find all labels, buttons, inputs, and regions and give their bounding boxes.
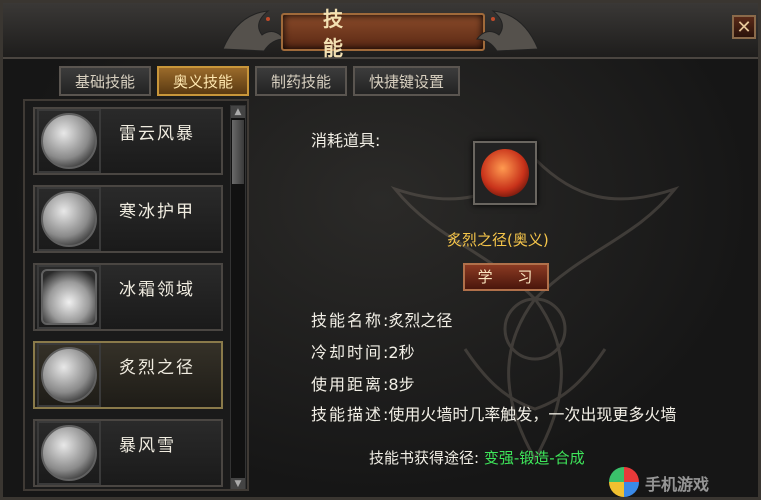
source-link[interactable]: 变强-锻造-合成: [484, 449, 585, 467]
info-key: 使用距离: [311, 375, 384, 394]
scroll-up-icon[interactable]: ▲: [231, 106, 245, 118]
skill-item-flame-path[interactable]: 炙烈之径: [33, 341, 223, 409]
info-row-range: 使用距离:8步: [311, 371, 415, 395]
dragon-ornament-icon: [222, 10, 286, 52]
skill-name: 暴风雪: [119, 436, 176, 456]
skill-name: 寒冰护甲: [119, 202, 195, 222]
info-row-skill-name: 技能名称:炙烈之径: [311, 307, 452, 331]
info-key: 技能名称: [311, 311, 384, 330]
consume-item-label: 消耗道具:: [311, 131, 381, 150]
dragon-ornament-icon: [475, 10, 539, 52]
skill-name: 炙烈之径: [119, 358, 195, 378]
tab-hotkey-settings[interactable]: 快捷键设置: [353, 66, 461, 96]
item-name: 炙烈之径(奥义): [447, 231, 549, 249]
tab-alchemy-skills[interactable]: 制药技能: [255, 66, 348, 96]
frost-field-icon: [41, 269, 97, 325]
info-row-description: 技能描述:使用火墙时几率触发，一次出现更多火墙: [311, 401, 676, 425]
skill-name: 雷云风暴: [119, 124, 195, 144]
ice-armor-orb-icon: [41, 191, 97, 247]
close-button[interactable]: ✕: [732, 15, 756, 39]
tab-bar: 基础技能 奥义技能 制药技能 快捷键设置: [59, 66, 461, 96]
info-key: 冷却时间: [311, 343, 384, 362]
scroll-down-icon[interactable]: ▼: [231, 478, 245, 489]
watermark-logo-icon: [609, 467, 639, 497]
flame-path-orb-icon: [41, 347, 97, 403]
tab-basic-skills[interactable]: 基础技能: [59, 66, 152, 96]
info-value: :炙烈之径: [383, 311, 453, 330]
info-value: :使用火墙时几率触发，一次出现更多火墙: [383, 405, 677, 424]
skill-detail-panel: 消耗道具: 炙烈之径(奥义) 学 习 技能名称:炙烈之径 冷却时间:2秒 使用距…: [255, 99, 755, 491]
skill-item-frost-field[interactable]: 冰霜领域: [33, 263, 223, 331]
info-value: :8步: [383, 375, 415, 394]
skills-window: 技 能 ✕ 基础技能 奥义技能 制药技能 快捷键设置 雷云风暴 寒冰护甲 冰霜领: [0, 0, 761, 500]
watermark-text: 手机游戏: [645, 475, 710, 494]
fire-orb-icon: [481, 149, 529, 197]
skill-list-scrollbar[interactable]: ▲ ▼: [230, 105, 246, 489]
info-key: 技能描述: [311, 405, 384, 424]
tab-ultimate-skills[interactable]: 奥义技能: [157, 66, 250, 96]
skill-item-blizzard[interactable]: 暴风雪: [33, 419, 223, 487]
window-title: 技 能: [323, 7, 383, 60]
watermark: 手机游戏: [609, 465, 759, 499]
consume-item-slot[interactable]: [473, 141, 537, 205]
lightning-orb-icon: [41, 113, 97, 169]
close-icon: ✕: [736, 17, 752, 38]
info-value: :2秒: [383, 343, 415, 362]
skill-item-ice-armor[interactable]: 寒冰护甲: [33, 185, 223, 253]
scroll-thumb[interactable]: [232, 120, 244, 184]
skill-book-source: 技能书获得途径: 变强-锻造-合成: [369, 447, 585, 468]
skill-list: 雷云风暴 寒冰护甲 冰霜领域 炙烈之径 暴风雪 ▲ ▼: [23, 99, 249, 491]
info-row-cooldown: 冷却时间:2秒: [311, 339, 415, 363]
blizzard-orb-icon: [41, 425, 97, 481]
learn-button[interactable]: 学 习: [463, 263, 549, 291]
skill-item-thunder-storm[interactable]: 雷云风暴: [33, 107, 223, 175]
source-label: 技能书获得途径:: [369, 449, 484, 467]
title-bar[interactable]: 技 能 ✕: [3, 3, 758, 60]
title-plate: 技 能: [281, 7, 485, 60]
skill-name: 冰霜领域: [119, 280, 195, 300]
